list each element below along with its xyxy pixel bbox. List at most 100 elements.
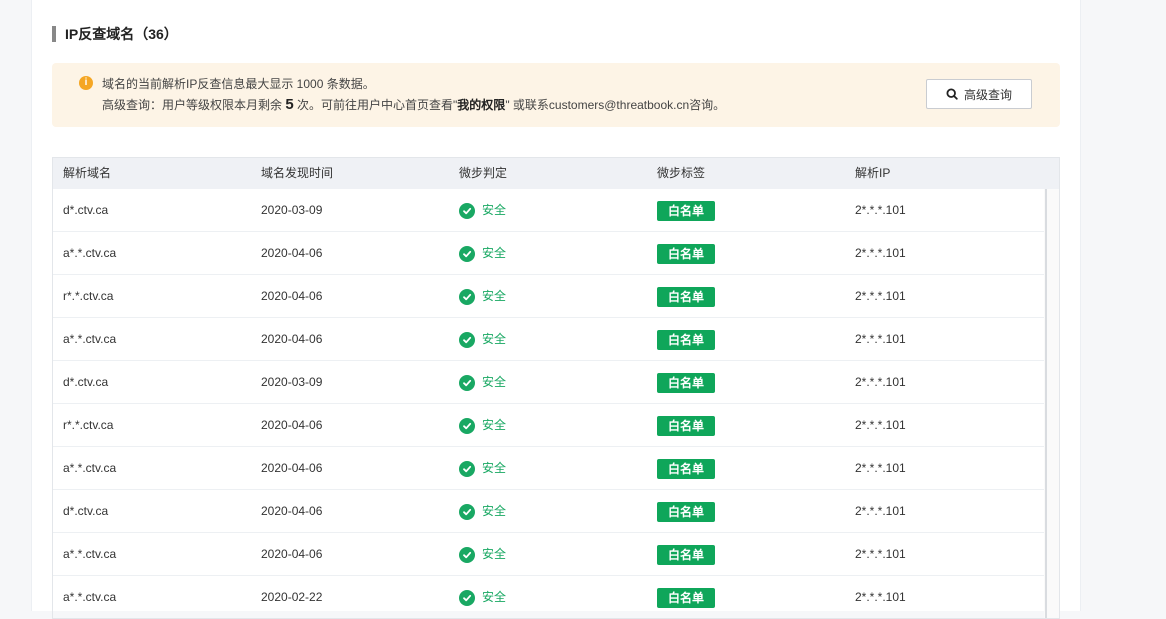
tag-cell: 白名单 (657, 490, 716, 533)
notice-line-quota: 高级查询：用户等级权限本月剩余 5 次。可前往用户中心首页查看"我的权限" 或联… (102, 96, 725, 113)
verdict-cell: 安全 (459, 533, 506, 576)
header-domain[interactable]: 解析域名 (63, 158, 111, 189)
verdict-cell: 安全 (459, 361, 506, 404)
header-discovery-time[interactable]: 域名发现时间 (261, 158, 333, 189)
quota-suffix: " 或联系customers@threatbook.cn咨询。 (505, 98, 726, 112)
tag-cell: 白名单 (657, 318, 716, 361)
ip-cell[interactable]: 2*.*.*.101 (855, 275, 906, 318)
verdict-label: 安全 (482, 203, 507, 217)
title-accent-bar (52, 26, 56, 42)
ip-cell[interactable]: 2*.*.*.101 (855, 533, 906, 576)
table-body: d*.ctv.ca 2020-03-09 安全 白名单 2*.*.*.101 a… (53, 189, 1044, 618)
my-permissions-text: 我的权限 (457, 98, 506, 112)
ip-cell[interactable]: 2*.*.*.101 (855, 404, 906, 447)
table-row: r*.*.ctv.ca 2020-04-06 安全 白名单 2*.*.*.101 (53, 275, 1044, 318)
tag-cell: 白名单 (657, 189, 716, 232)
table-row: d*.ctv.ca 2020-03-09 安全 白名单 2*.*.*.101 (53, 189, 1044, 232)
header-resolved-ip[interactable]: 解析IP (855, 158, 890, 189)
whitelist-tag: 白名单 (657, 372, 716, 393)
domain-cell[interactable]: d*.ctv.ca (63, 361, 108, 404)
date-cell: 2020-04-06 (261, 332, 323, 346)
table-row: a*.*.ctv.ca 2020-02-22 安全 白名单 2*.*.*.101 (53, 576, 1044, 618)
advanced-search-button[interactable]: 高级查询 (926, 79, 1032, 109)
domain-cell[interactable]: r*.*.ctv.ca (63, 404, 113, 447)
verdict-cell: 安全 (459, 447, 506, 490)
verdict-cell: 安全 (459, 576, 506, 618)
quota-middle: 次。可前往用户中心首页查看" (293, 98, 458, 112)
date-cell: 2020-04-06 (261, 547, 323, 561)
whitelist-tag: 白名单 (657, 200, 716, 221)
ip-cell[interactable]: 2*.*.*.101 (855, 447, 906, 490)
verdict-label: 安全 (482, 461, 507, 475)
domain-cell[interactable]: r*.*.ctv.ca (63, 275, 113, 318)
whitelist-tag: 白名单 (657, 544, 716, 565)
ip-cell[interactable]: 2*.*.*.101 (855, 318, 906, 361)
scrollbar-thumb[interactable] (1045, 189, 1047, 618)
tag-cell: 白名单 (657, 275, 716, 318)
table-scrollbar[interactable] (1044, 189, 1059, 618)
section-header: IP反查域名（36） (52, 24, 178, 44)
main-panel: IP反查域名（36） i 域名的当前解析IP反查信息最大显示 1000 条数据。… (31, 0, 1081, 619)
domain-cell[interactable]: a*.*.ctv.ca (63, 232, 116, 275)
ip-cell[interactable]: 2*.*.*.101 (855, 232, 906, 275)
verdict-cell: 安全 (459, 232, 506, 275)
date-cell: 2020-04-06 (261, 504, 323, 518)
domain-cell[interactable]: d*.ctv.ca (63, 490, 108, 533)
verdict-cell: 安全 (459, 490, 506, 533)
ip-cell[interactable]: 2*.*.*.101 (855, 361, 906, 404)
verdict-cell: 安全 (459, 275, 506, 318)
tag-cell: 白名单 (657, 576, 716, 618)
verdict-label: 安全 (482, 246, 507, 260)
check-circle-icon (459, 202, 475, 219)
ip-cell[interactable]: 2*.*.*.101 (855, 189, 906, 232)
tag-cell: 白名单 (657, 533, 716, 576)
notice-banner: i 域名的当前解析IP反查信息最大显示 1000 条数据。 高级查询：用户等级权… (52, 63, 1060, 127)
date-cell: 2020-04-06 (261, 461, 323, 475)
domain-cell[interactable]: a*.*.ctv.ca (63, 447, 116, 490)
tag-cell: 白名单 (657, 404, 716, 447)
date-cell: 2020-04-06 (261, 289, 323, 303)
date-cell: 2020-04-06 (261, 246, 323, 260)
domain-cell[interactable]: a*.*.ctv.ca (63, 533, 116, 576)
verdict-label: 安全 (482, 504, 507, 518)
quota-prefix: 高级查询：用户等级权限本月剩余 (102, 98, 286, 112)
whitelist-tag: 白名单 (657, 458, 716, 479)
header-verdict[interactable]: 微步判定 (459, 158, 507, 189)
table-row: d*.ctv.ca 2020-03-09 安全 白名单 2*.*.*.101 (53, 361, 1044, 404)
whitelist-tag: 白名单 (657, 286, 716, 307)
tag-cell: 白名单 (657, 361, 716, 404)
info-icon: i (79, 76, 93, 90)
table-row: a*.*.ctv.ca 2020-04-06 安全 白名单 2*.*.*.101 (53, 533, 1044, 576)
section-title: IP反查域名（36） (65, 26, 178, 42)
verdict-label: 安全 (482, 332, 507, 346)
check-circle-icon (459, 546, 475, 563)
verdict-label: 安全 (482, 418, 507, 432)
domain-table: 解析域名 域名发现时间 微步判定 微步标签 解析IP d*.ctv.ca 202… (52, 157, 1060, 619)
ip-cell[interactable]: 2*.*.*.101 (855, 490, 906, 533)
domain-cell[interactable]: d*.ctv.ca (63, 189, 108, 232)
verdict-cell: 安全 (459, 318, 506, 361)
verdict-label: 安全 (482, 289, 507, 303)
table-row: a*.*.ctv.ca 2020-04-06 安全 白名单 2*.*.*.101 (53, 232, 1044, 275)
check-circle-icon (459, 374, 475, 391)
whitelist-tag: 白名单 (657, 587, 716, 608)
verdict-cell: 安全 (459, 404, 506, 447)
verdict-label: 安全 (482, 375, 507, 389)
table-row: r*.*.ctv.ca 2020-04-06 安全 白名单 2*.*.*.101 (53, 404, 1044, 447)
quota-count: 5 (285, 96, 294, 113)
table-row: a*.*.ctv.ca 2020-04-06 安全 白名单 2*.*.*.101 (53, 318, 1044, 361)
check-circle-icon (459, 331, 475, 348)
date-cell: 2020-03-09 (261, 375, 323, 389)
ip-cell[interactable]: 2*.*.*.101 (855, 576, 906, 618)
whitelist-tag: 白名单 (657, 329, 716, 350)
header-tag[interactable]: 微步标签 (657, 158, 705, 189)
domain-cell[interactable]: a*.*.ctv.ca (63, 576, 116, 618)
check-circle-icon (459, 417, 475, 434)
domain-cell[interactable]: a*.*.ctv.ca (63, 318, 116, 361)
table-row: d*.ctv.ca 2020-04-06 安全 白名单 2*.*.*.101 (53, 490, 1044, 533)
check-circle-icon (459, 245, 475, 262)
check-circle-icon (459, 460, 475, 477)
verdict-label: 安全 (482, 547, 507, 561)
date-cell: 2020-03-09 (261, 203, 323, 217)
check-circle-icon (459, 589, 475, 606)
